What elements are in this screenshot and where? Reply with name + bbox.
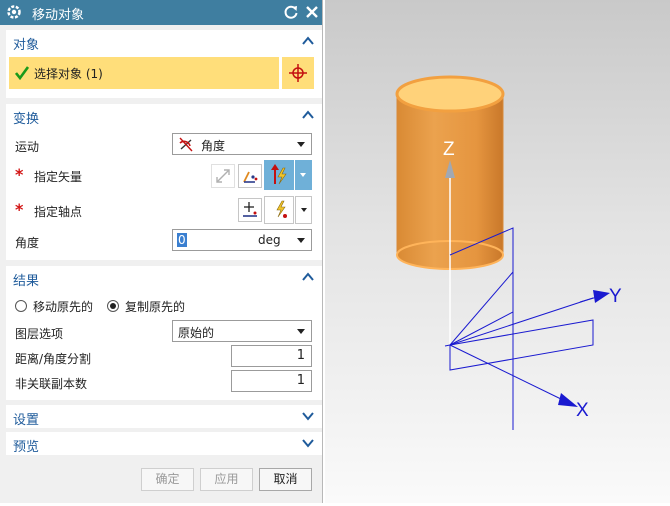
motion-value: 角度: [201, 139, 226, 153]
inferred-vector-icon: [271, 164, 287, 185]
angle-unit: deg: [258, 233, 281, 247]
section-preview-title: 预览: [13, 440, 40, 455]
x-axis-label: X: [576, 400, 589, 421]
split-input[interactable]: 1: [231, 345, 312, 367]
section-object-header[interactable]: 对象: [6, 30, 322, 53]
apply-button[interactable]: 应用: [200, 468, 253, 491]
chevron-down-icon: [300, 173, 306, 177]
layer-value: 原始的: [178, 326, 215, 340]
point-constructor-icon: [243, 202, 257, 217]
chevron-down-icon: [302, 412, 314, 421]
vector-constructor-icon: [243, 171, 258, 183]
move-object-dialog: 移动对象 对象 选择对象 (1) 变换 运动 角度 * 指定矢量 * 指定轴点 …: [0, 0, 323, 503]
y-axis-arrow: [579, 290, 610, 303]
section-transform-header[interactable]: 变换: [6, 104, 322, 127]
viewport-scene: Z Y X: [395, 75, 622, 430]
chevron-down-icon: [297, 329, 305, 334]
dialog-titlebar[interactable]: 移动对象: [0, 0, 322, 25]
chevron-up-icon: [302, 272, 314, 281]
section-object: 对象 选择对象 (1): [6, 30, 322, 98]
cancel-button[interactable]: 取消: [259, 468, 312, 491]
y-axis-label: Y: [609, 286, 622, 307]
close-icon[interactable]: [304, 4, 320, 20]
chevron-down-icon: [301, 208, 307, 212]
layer-dropdown[interactable]: 原始的: [172, 320, 312, 342]
point-dialog-button[interactable]: [238, 198, 262, 222]
chevron-down-icon: [297, 238, 305, 243]
angle-input[interactable]: 0 deg: [172, 229, 312, 251]
section-transform-title: 变换: [13, 112, 40, 127]
dialog-title: 移动对象: [32, 8, 85, 23]
crosshair-icon: [289, 64, 307, 82]
split-label: 距离/角度分割: [15, 352, 92, 366]
checkmark-icon: [15, 66, 29, 80]
required-asterisk-icon: *: [15, 200, 24, 219]
section-preview[interactable]: 预览: [6, 432, 322, 455]
layer-label: 图层选项: [15, 327, 64, 341]
select-object-button[interactable]: [281, 57, 314, 89]
chevron-up-icon: [302, 110, 314, 119]
reset-icon[interactable]: [283, 4, 299, 20]
motion-dropdown[interactable]: 角度: [172, 133, 312, 155]
chevron-down-icon: [302, 439, 314, 448]
radio-move-label: 移动原先的: [33, 300, 94, 314]
x-axis-arrow: [558, 393, 578, 407]
angle-value: 0: [177, 233, 187, 247]
section-result: 结果 移动原先的 复制原先的 图层选项 原始的 距离/角度分割 1 非关联副本数…: [6, 266, 322, 400]
chevron-down-icon: [297, 142, 305, 147]
select-object-label: 选择对象 (1): [34, 67, 103, 81]
vector-dialog-button[interactable]: [238, 164, 262, 188]
angle-motion-icon: [179, 137, 193, 152]
inferred-point-icon: [276, 200, 287, 218]
radio-move-original[interactable]: [15, 300, 27, 312]
section-result-title: 结果: [13, 274, 40, 289]
reverse-direction-icon: [216, 169, 230, 183]
z-axis-label: Z: [443, 139, 455, 160]
inferred-point-button[interactable]: [264, 196, 294, 224]
motion-label: 运动: [15, 140, 40, 154]
point-options-dropdown[interactable]: [295, 196, 312, 224]
section-settings[interactable]: 设置: [6, 405, 322, 428]
section-object-title: 对象: [13, 38, 40, 53]
angle-label: 角度: [15, 236, 40, 250]
gear-icon: [7, 5, 21, 19]
copies-label: 非关联副本数: [15, 377, 88, 391]
copies-input[interactable]: 1: [231, 370, 312, 392]
section-transform: 变换 运动 角度 * 指定矢量 * 指定轴点 角度 0 deg: [6, 104, 322, 260]
ok-button[interactable]: 确定: [141, 468, 194, 491]
select-object-row[interactable]: 选择对象 (1): [9, 57, 279, 89]
vector-options-dropdown[interactable]: [295, 160, 312, 190]
required-asterisk-icon: *: [15, 165, 24, 184]
graphics-viewport[interactable]: Z Y X: [325, 0, 670, 503]
inferred-vector-button[interactable]: [264, 160, 294, 190]
reverse-direction-button[interactable]: [211, 164, 235, 188]
vector-label: 指定矢量: [34, 170, 83, 184]
radio-copy-original[interactable]: [107, 300, 119, 312]
radio-copy-label: 复制原先的: [125, 300, 186, 314]
section-result-header[interactable]: 结果: [6, 266, 322, 289]
section-settings-title: 设置: [13, 413, 40, 428]
pivot-label: 指定轴点: [34, 205, 83, 219]
chevron-up-icon: [302, 36, 314, 45]
